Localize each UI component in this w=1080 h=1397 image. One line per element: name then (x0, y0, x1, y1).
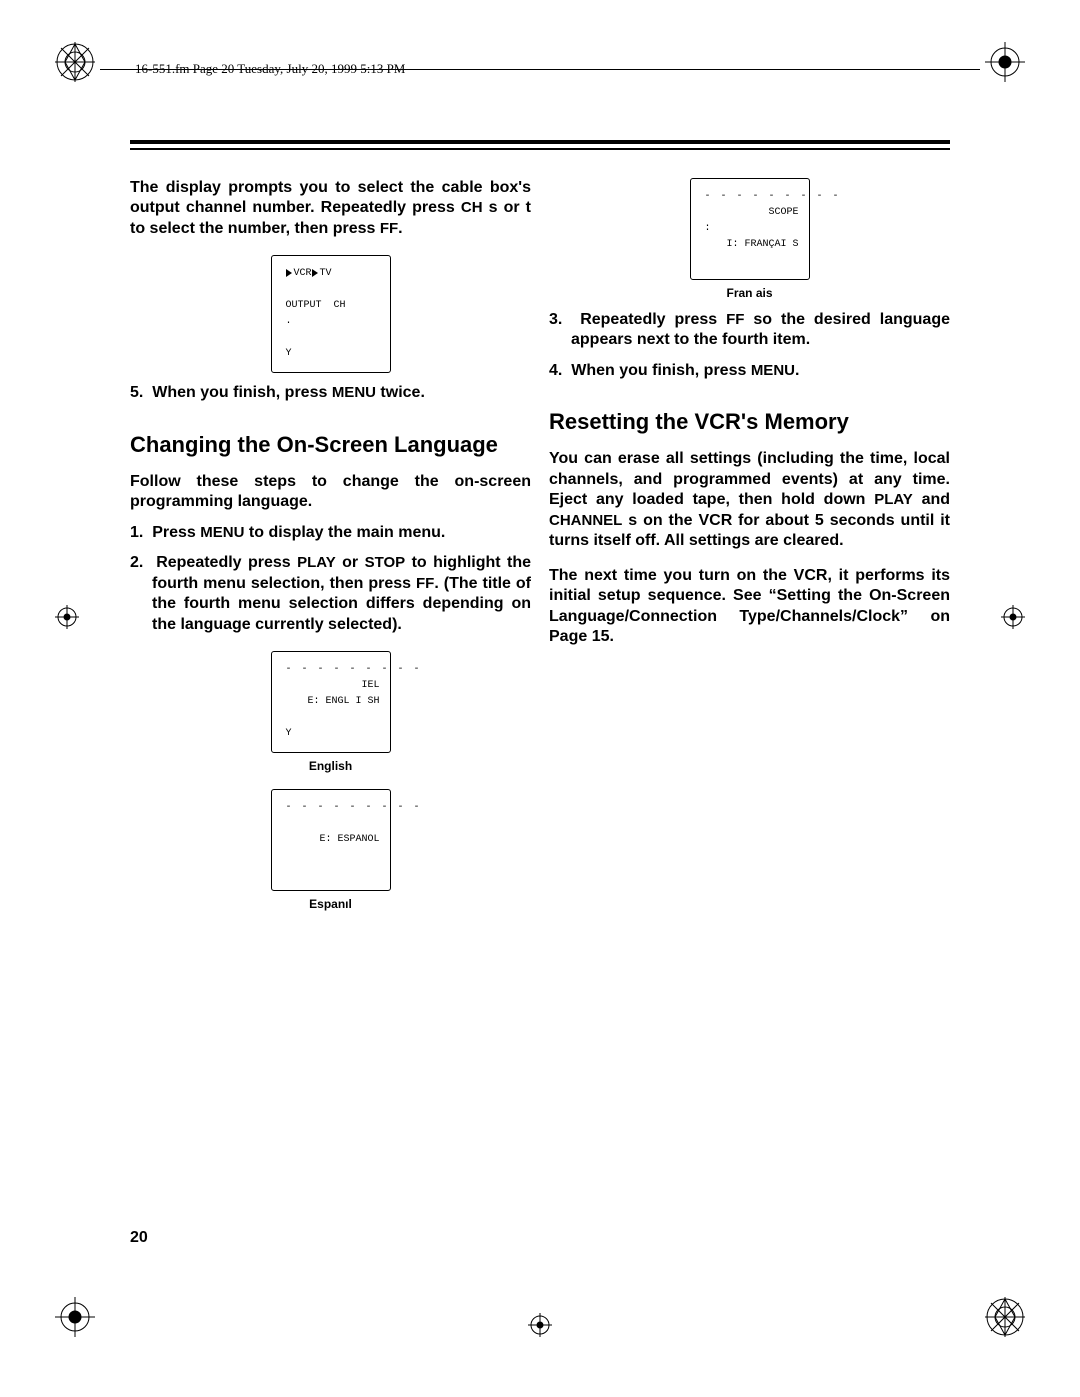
key-label: FF (416, 575, 434, 592)
text: OUTPUT CH (286, 298, 380, 314)
list-item: 5. When you finish, press MENU twice. (130, 383, 531, 403)
vcr-display: VCR TV OUTPUT CH . Y (271, 255, 391, 373)
body-text: The next time you turn on the VCR, it pe… (549, 566, 950, 648)
crosshair-icon (55, 605, 79, 629)
section-heading: Resetting the VCR's Memory (549, 409, 950, 435)
body-text: The display prompts you to select the ca… (130, 178, 531, 239)
crop-mark-icon (985, 1297, 1025, 1337)
text: Repeatedly press (156, 554, 297, 571)
crosshair-icon (528, 1313, 552, 1337)
list-item: 1. Press MENU to display the main menu. (130, 523, 531, 543)
divider (130, 140, 950, 144)
body-text: You can erase all settings (including th… (549, 449, 950, 551)
text: E: ESPANOL (319, 834, 379, 845)
page-number: 20 (130, 1229, 148, 1247)
text: IEL (361, 680, 379, 691)
crop-mark-icon (55, 42, 95, 82)
text: TV (320, 268, 332, 279)
header-meta-text: 16-551.fm Page 20 Tuesday, July 20, 1999… (135, 61, 405, 77)
caption: English (130, 759, 531, 773)
text: twice. (376, 384, 425, 401)
key-label: STOP (365, 554, 406, 571)
page: 16-551.fm Page 20 Tuesday, July 20, 1999… (0, 0, 1080, 1397)
list-item: 3. Repeatedly press FF so the desired la… (549, 310, 950, 351)
content: The display prompts you to select the ca… (130, 140, 950, 1247)
section-heading: Changing the On-Screen Language (130, 432, 531, 458)
text: . (398, 220, 402, 237)
divider (130, 148, 950, 150)
caption: Espanıl (130, 897, 531, 911)
list-item: 2. Repeatedly press PLAY or STOP to high… (130, 553, 531, 635)
text: Press (152, 524, 200, 541)
display-figure: - - - - - - - - - E: ESPANOL Espanıl (130, 789, 531, 911)
text: and (913, 491, 950, 508)
left-column: The display prompts you to select the ca… (130, 178, 531, 921)
text: VCR (294, 268, 312, 279)
key-label: PLAY (874, 491, 913, 508)
key-label: MENU (200, 524, 244, 541)
text: I: FRANÇAI S (726, 239, 798, 250)
header-meta: 16-551.fm Page 20 Tuesday, July 20, 1999… (100, 55, 980, 85)
text: Y (286, 726, 380, 742)
right-column: - - - - - - - - - SCOPE : I: FRANÇAI S F… (549, 178, 950, 921)
text: E: ENGL I SH (307, 696, 379, 707)
play-icon (312, 269, 318, 277)
text: . (286, 314, 380, 330)
crop-mark-icon (985, 42, 1025, 82)
vcr-display: - - - - - - - - - E: ESPANOL (271, 789, 391, 891)
key-label: CHANNEL (549, 512, 622, 529)
key-label: FF (726, 311, 744, 328)
display-figure: - - - - - - - - - SCOPE : I: FRANÇAI S F… (549, 178, 950, 300)
text: When you finish, press (571, 362, 751, 379)
list-item: 4. When you finish, press MENU. (549, 361, 950, 381)
text: SCOPE (768, 207, 798, 218)
body-text: Follow these steps to change the on-scre… (130, 472, 531, 513)
vcr-display: - - - - - - - - - SCOPE : I: FRANÇAI S (690, 178, 810, 280)
key-label: FF (380, 220, 398, 237)
text: When you finish, press (152, 384, 332, 401)
text: or (336, 554, 365, 571)
text: to display the main menu. (244, 524, 445, 541)
caption: Fran ais (549, 286, 950, 300)
play-icon (286, 269, 292, 277)
crosshair-icon (1001, 605, 1025, 629)
key-label: MENU (332, 384, 376, 401)
display-figure: - - - - - - - - - IEL E: ENGL I SH Y Eng… (130, 651, 531, 773)
crop-mark-icon (55, 1297, 95, 1337)
key-label: CH (461, 199, 483, 216)
key-label: MENU (751, 362, 795, 379)
text: . (795, 362, 799, 379)
display-figure: VCR TV OUTPUT CH . Y (130, 255, 531, 373)
text: Y (286, 346, 380, 362)
text: : (705, 221, 799, 237)
text: Repeatedly press (580, 311, 726, 328)
vcr-display: - - - - - - - - - IEL E: ENGL I SH Y (271, 651, 391, 753)
key-label: PLAY (297, 554, 336, 571)
